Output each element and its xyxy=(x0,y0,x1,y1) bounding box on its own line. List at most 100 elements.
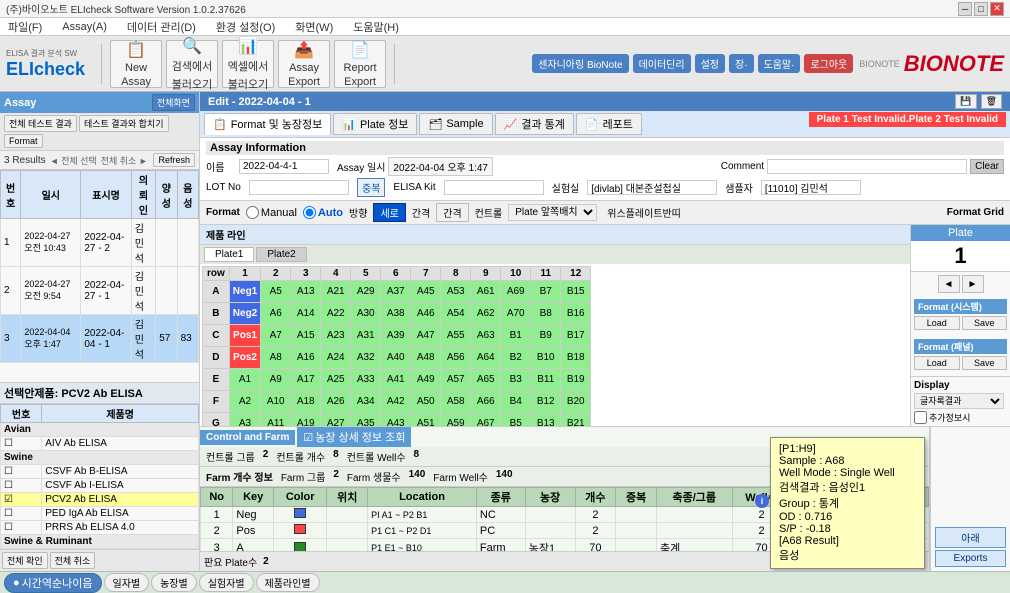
data-btn[interactable]: 데이터딘리 xyxy=(633,54,691,73)
format-btn[interactable]: Format xyxy=(4,134,43,148)
refresh-btn[interactable]: Refresh xyxy=(153,153,195,167)
duplicate-btn[interactable]: 중복 xyxy=(357,178,385,197)
cell-E2[interactable]: A9 xyxy=(261,369,291,391)
list-item[interactable]: ☑ PCV2 Ab ELISA xyxy=(1,493,199,507)
fullscreen-btn[interactable]: 전체화면 xyxy=(152,94,195,111)
cell-G7[interactable]: A51 xyxy=(411,413,441,427)
cell-D3[interactable]: A16 xyxy=(291,347,321,369)
cell-B12[interactable]: B16 xyxy=(561,303,591,325)
cell-E9[interactable]: A65 xyxy=(471,369,501,391)
merge-results-btn[interactable]: 테스트 결과와 합치기 xyxy=(79,115,169,132)
cell-C12[interactable]: B17 xyxy=(561,325,591,347)
cell-A9[interactable]: A61 xyxy=(471,281,501,303)
settings-btn[interactable]: 설정 xyxy=(695,54,725,73)
add-report-checkbox[interactable] xyxy=(914,411,927,424)
cell-B4[interactable]: A22 xyxy=(321,303,351,325)
tab-product-line[interactable]: 제품라인별 xyxy=(256,573,320,592)
menu-help[interactable]: 도움말(H) xyxy=(349,19,403,35)
table-row[interactable]: 2 2022-04-27 오전 9:54 2022-04-27 - 1 김민석 xyxy=(1,267,199,315)
cell-D1[interactable]: Pos2 xyxy=(229,347,260,369)
report-export-btn[interactable]: 📄 Report Export xyxy=(334,40,386,88)
menu-data[interactable]: 데이터 관리(D) xyxy=(123,19,200,35)
menu-screen[interactable]: 화면(W) xyxy=(291,19,337,35)
list-item[interactable]: ☐ PRRS Ab ELISA 4.0 xyxy=(1,521,199,535)
cell-D8[interactable]: A56 xyxy=(441,347,471,369)
list-item[interactable]: ☐ AIV Ab ELISA xyxy=(1,437,199,451)
cell-B11[interactable]: B8 xyxy=(531,303,561,325)
cell-C10[interactable]: B1 xyxy=(501,325,531,347)
cell-B6[interactable]: A38 xyxy=(381,303,411,325)
cell-G2[interactable]: A11 xyxy=(261,413,291,427)
cell-E12[interactable]: B19 xyxy=(561,369,591,391)
cell-G9[interactable]: A67 xyxy=(471,413,501,427)
cell-A1[interactable]: Neg1 xyxy=(229,281,260,303)
deselect-all-btn[interactable]: 전체 취소 xyxy=(50,552,96,569)
lang-btn[interactable]: 장· xyxy=(729,54,754,73)
tab-sample[interactable]: 🗂 Sample xyxy=(419,113,492,135)
cell-A12[interactable]: B15 xyxy=(561,281,591,303)
cell-D6[interactable]: A40 xyxy=(381,347,411,369)
excel-load-btn[interactable]: 📊 엑셀에서 불러오기 xyxy=(222,40,274,88)
cell-C2[interactable]: A7 xyxy=(261,325,291,347)
cell-A11[interactable]: B7 xyxy=(531,281,561,303)
cell-C7[interactable]: A47 xyxy=(411,325,441,347)
list-item[interactable]: ☐ CSVF Ab B-ELISA xyxy=(1,465,199,479)
cell-C11[interactable]: B9 xyxy=(531,325,561,347)
tab-time-order[interactable]: ● 시간역순나이음 xyxy=(4,573,102,593)
plate-tab-1[interactable]: Plate1 xyxy=(204,247,254,262)
search-load-btn[interactable]: 🔍 검색에서 불러오기 xyxy=(166,40,218,88)
gap-btn[interactable]: 간격 xyxy=(436,203,468,222)
comment-input[interactable] xyxy=(767,159,967,174)
tab-format[interactable]: 📋 Format 및 농장정보 xyxy=(204,113,331,135)
cell-D11[interactable]: B10 xyxy=(531,347,561,369)
down-btn[interactable]: 아래 xyxy=(935,527,1006,548)
window-controls[interactable]: ─ □ ✕ xyxy=(958,2,1004,16)
cell-D2[interactable]: A8 xyxy=(261,347,291,369)
help-btn[interactable]: 도움말· xyxy=(758,54,801,73)
menu-settings[interactable]: 환경 설정(O) xyxy=(212,19,279,35)
cell-B1[interactable]: Neg2 xyxy=(229,303,260,325)
cell-G3[interactable]: A19 xyxy=(291,413,321,427)
cell-E11[interactable]: B11 xyxy=(531,369,561,391)
close-btn[interactable]: ✕ xyxy=(990,2,1004,16)
cell-F10[interactable]: B4 xyxy=(501,391,531,413)
assay-export-btn[interactable]: 📤 Assay Export xyxy=(278,40,330,88)
cell-D10[interactable]: B2 xyxy=(501,347,531,369)
cell-A4[interactable]: A21 xyxy=(321,281,351,303)
cell-checkbox[interactable]: ☐ xyxy=(1,521,42,535)
cell-G6[interactable]: A43 xyxy=(381,413,411,427)
cell-A8[interactable]: A53 xyxy=(441,281,471,303)
cell-C4[interactable]: A23 xyxy=(321,325,351,347)
cell-A10[interactable]: A69 xyxy=(501,281,531,303)
cell-A5[interactable]: A29 xyxy=(351,281,381,303)
auto-radio[interactable] xyxy=(303,206,316,219)
cell-checkbox[interactable]: ☐ xyxy=(1,507,42,521)
list-item[interactable]: ☐ CSVF Ab I-ELISA xyxy=(1,479,199,493)
lot-input[interactable] xyxy=(249,180,349,195)
save-btn[interactable]: 💾 xyxy=(955,94,976,109)
tab-researcher[interactable]: 실험자별 xyxy=(199,573,254,592)
table-row[interactable]: 3 2022-04-04 오후 1:47 2022-04-04 - 1 김민석 … xyxy=(1,315,199,363)
cell-D5[interactable]: A32 xyxy=(351,347,381,369)
cell-checkbox[interactable]: ☑ xyxy=(1,493,42,507)
auto-option[interactable]: Auto xyxy=(303,206,343,219)
cell-G12[interactable]: B21 xyxy=(561,413,591,427)
cell-E7[interactable]: A49 xyxy=(411,369,441,391)
cell-C1[interactable]: Pos1 xyxy=(229,325,260,347)
cell-G8[interactable]: A59 xyxy=(441,413,471,427)
plate-tab-2[interactable]: Plate2 xyxy=(256,247,306,262)
cell-E6[interactable]: A41 xyxy=(381,369,411,391)
save-btn-1[interactable]: Save xyxy=(962,316,1008,330)
cell-B10[interactable]: A70 xyxy=(501,303,531,325)
cell-F2[interactable]: A10 xyxy=(261,391,291,413)
cell-checkbox[interactable]: ☐ xyxy=(1,465,42,479)
lab-input[interactable] xyxy=(587,180,717,195)
plate-next-btn[interactable]: ► xyxy=(962,275,984,293)
cell-C5[interactable]: A31 xyxy=(351,325,381,347)
menu-assay[interactable]: Assay(A) xyxy=(58,21,111,33)
logout-btn[interactable]: 로그아웃 xyxy=(804,54,853,73)
new-assay-btn[interactable]: 📋 New Assay xyxy=(110,40,162,88)
control-select[interactable]: Plate 앞쪽배치 xyxy=(508,204,597,221)
cell-B7[interactable]: A46 xyxy=(411,303,441,325)
cell-C6[interactable]: A39 xyxy=(381,325,411,347)
